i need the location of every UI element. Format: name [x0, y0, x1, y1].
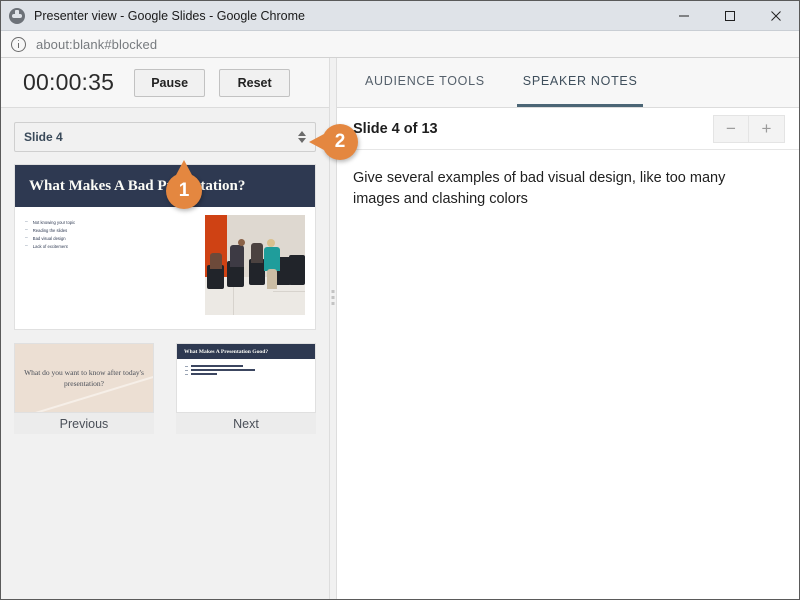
window-title: Presenter view - Google Slides - Google … [34, 8, 305, 23]
callout-badge-1: 1 [166, 160, 202, 209]
callout-pointer-icon [309, 134, 324, 150]
previous-slide-text: What do you want to know after today's p… [24, 368, 144, 388]
slide-selector-wrap: Slide 4 [1, 108, 329, 152]
callout-pointer-icon [176, 160, 192, 175]
decrease-font-size-button[interactable]: − [713, 114, 749, 143]
minimize-button[interactable] [661, 1, 707, 30]
tab-speaker-notes[interactable]: SPEAKER NOTES [516, 58, 644, 107]
next-slide-label[interactable]: Next [176, 413, 316, 434]
previous-slide-thumb[interactable]: What do you want to know after today's p… [14, 343, 154, 413]
current-slide-bullets: – Not knowing your topic – Reading the sli… [25, 215, 205, 315]
list-item: – Bad visual design [25, 235, 66, 241]
list-item: – Reading the slides [25, 227, 68, 233]
info-circle-icon[interactable] [11, 36, 26, 52]
increase-font-size-button[interactable]: + [749, 114, 785, 143]
list-item: – Not knowing your topic [25, 219, 76, 225]
font-size-controls: − + [713, 114, 785, 143]
globe-icon [9, 7, 25, 24]
spinner-up-down-icon[interactable] [298, 131, 306, 143]
timer-display: 00:00:35 [23, 69, 115, 95]
next-slide[interactable]: What Makes A Presentation Good? Next [176, 343, 316, 434]
drag-handle-icon[interactable] [331, 290, 335, 305]
prev-next-row: What do you want to know after today's p… [1, 330, 329, 434]
current-slide-header: What Makes A Bad Presentation? [15, 165, 315, 207]
bullet-text: Not knowing your topic [32, 220, 76, 225]
maximize-button[interactable] [707, 1, 753, 30]
callout-number: 2 [334, 131, 346, 152]
tab-bar: AUDIENCE TOOLS SPEAKER NOTES [337, 58, 799, 108]
previous-slide[interactable]: What do you want to know after today's p… [14, 343, 154, 434]
current-slide-body: – Not knowing your topic – Reading the sli… [15, 207, 315, 329]
list-item [185, 365, 315, 367]
current-slide-preview[interactable]: What Makes A Bad Presentation? – Not know… [14, 164, 316, 330]
current-slide-wrap: What Makes A Bad Presentation? – Not know… [1, 152, 329, 330]
next-slide-thumb[interactable]: What Makes A Presentation Good? [176, 343, 316, 413]
browser-window: Presenter view - Google Slides - Google … [0, 0, 800, 600]
address-bar[interactable]: about:blank#blocked [1, 31, 799, 58]
close-button[interactable] [753, 1, 799, 30]
next-slide-bullets [177, 359, 315, 375]
pause-button[interactable]: Pause [134, 68, 206, 97]
previous-slide-label[interactable]: Previous [14, 413, 154, 434]
presenter-view: 00:00:35 Pause Reset Slide 4 What Makes … [1, 58, 799, 599]
list-item [185, 373, 315, 375]
left-pane: 00:00:35 Pause Reset Slide 4 What Makes … [1, 58, 329, 599]
page-title: Slide 4 of 13 [353, 120, 438, 137]
list-item [185, 369, 315, 371]
list-item: – Lack of excitement [25, 243, 68, 249]
bullet-text: Reading the slides [32, 228, 68, 233]
callout-number: 1 [178, 180, 190, 201]
speaker-notes-text[interactable]: Give several examples of bad visual desi… [337, 150, 757, 599]
timer-bar: 00:00:35 Pause Reset [1, 58, 329, 108]
title-bar: Presenter view - Google Slides - Google … [1, 1, 799, 31]
slide-selector-value: Slide 4 [24, 130, 63, 144]
tab-audience-tools[interactable]: AUDIENCE TOOLS [359, 58, 491, 107]
url-text: about:blank#blocked [36, 36, 158, 52]
window-controls [661, 1, 799, 30]
reset-button[interactable]: Reset [219, 68, 291, 97]
next-slide-title: What Makes A Presentation Good? [184, 348, 269, 355]
audience-photo [205, 215, 305, 315]
slide-selector[interactable]: Slide 4 [14, 122, 316, 152]
bullet-text: Lack of excitement [32, 244, 68, 249]
callout-badge-2: 2 [309, 124, 358, 160]
current-slide-title: What Makes A Bad Presentation? [29, 177, 246, 194]
right-pane: AUDIENCE TOOLS SPEAKER NOTES Slide 4 of … [337, 58, 799, 599]
notes-header: Slide 4 of 13 − + [337, 108, 799, 150]
bullet-text: Bad visual design [32, 236, 66, 241]
